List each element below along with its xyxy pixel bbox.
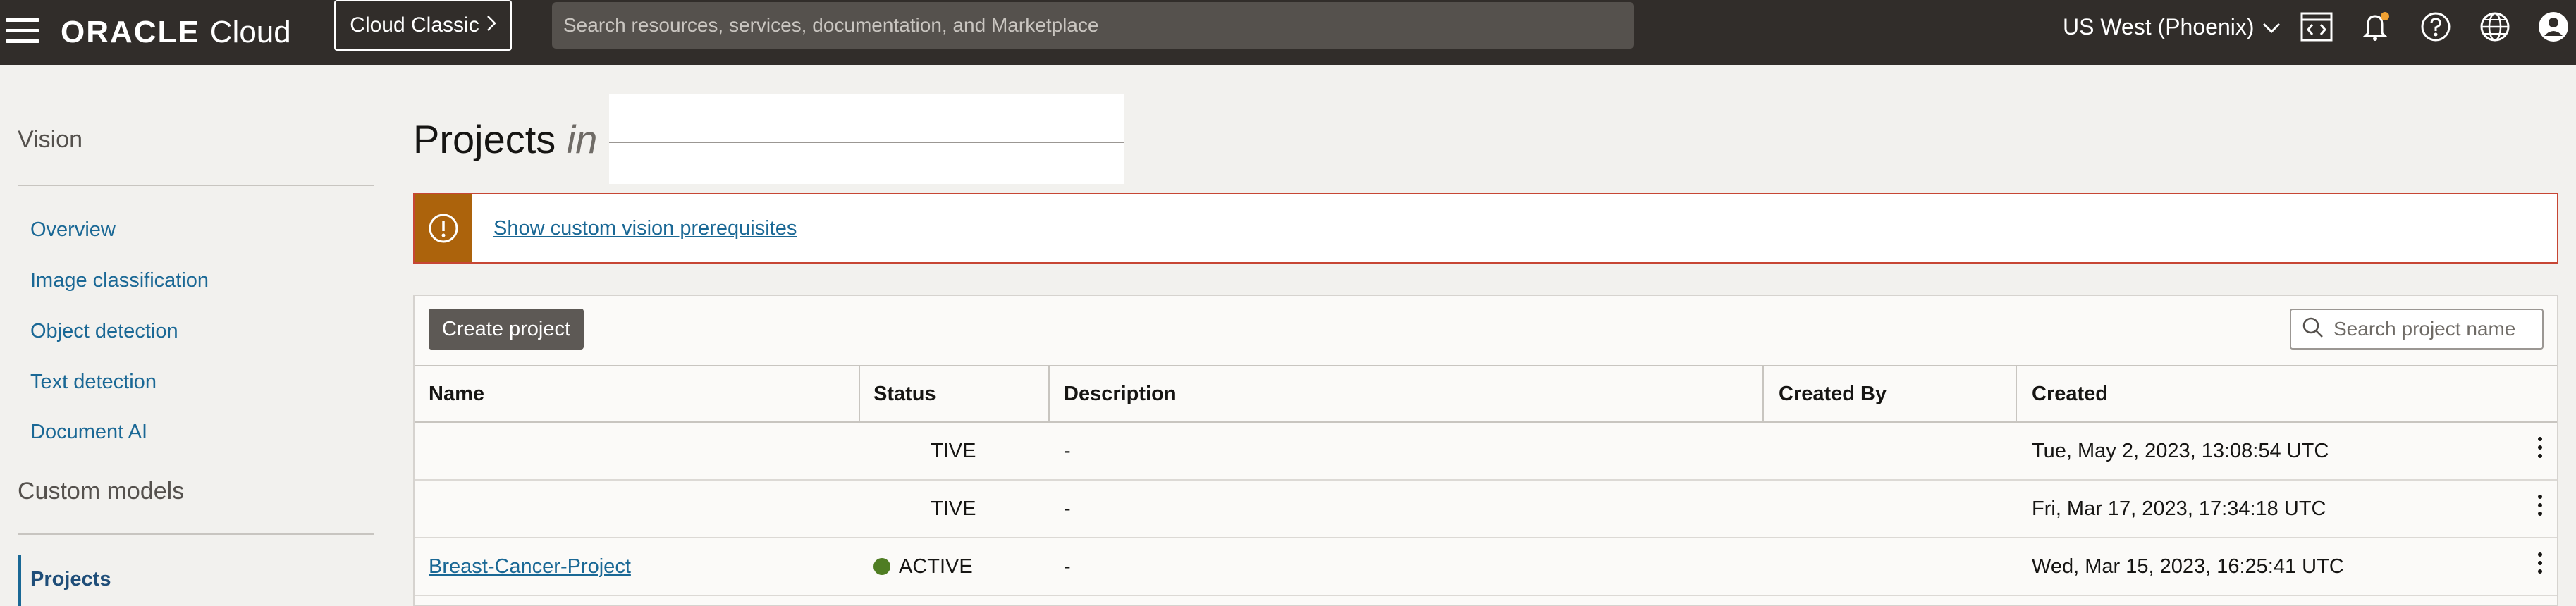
column-divider	[2016, 366, 2017, 421]
project-status: ACTIVE	[899, 555, 973, 578]
column-divider	[1762, 366, 1764, 421]
row-actions-icon[interactable]	[2533, 495, 2547, 523]
global-search-placeholder: Search resources, services, documentatio…	[563, 14, 1099, 36]
project-status: TIVE	[931, 497, 976, 520]
column-header-status[interactable]: Status	[873, 366, 936, 421]
warning-icon	[415, 194, 472, 262]
column-header-created-by[interactable]: Created By	[1779, 366, 1887, 421]
project-search-placeholder: Search project name	[2333, 318, 2516, 340]
table-header: Name Status Description Created By Creat…	[415, 365, 2557, 423]
logo-product: Cloud	[209, 15, 291, 49]
nav-title: Vision	[18, 126, 82, 153]
column-divider	[859, 366, 860, 421]
column-divider	[1048, 366, 1050, 421]
page-title: Projects in	[413, 116, 597, 162]
region-label: US West (Phoenix)	[2063, 13, 2255, 39]
project-name-cell[interactable]: Breast-Cancer-Project	[429, 538, 631, 595]
column-header-created[interactable]: Created	[2032, 366, 2108, 421]
nav-divider	[18, 533, 374, 535]
menu-icon[interactable]	[6, 18, 39, 47]
nav-item-overview[interactable]: Overview	[30, 218, 116, 242]
compartment-selector[interactable]	[609, 94, 1124, 184]
active-indicator	[18, 555, 21, 606]
search-icon	[2301, 316, 2324, 343]
nav-section-custom-models: Custom models	[18, 478, 185, 505]
chevron-down-icon	[2262, 14, 2281, 40]
project-search-input[interactable]: Search project name	[2290, 309, 2544, 350]
globe-icon[interactable]	[2478, 10, 2512, 44]
table-row: TIVE - Tue, May 2, 2023, 13:08:54 UTC	[415, 423, 2557, 481]
compartment-underline	[609, 142, 1124, 143]
top-bar: ORACLE Cloud Cloud Classic Search resour…	[0, 0, 2576, 65]
nav-item-projects[interactable]: Projects	[30, 568, 111, 591]
table-row: Breast-Cancer-Project ACTIVE - Wed, Mar …	[415, 538, 2557, 596]
global-search-input[interactable]: Search resources, services, documentatio…	[552, 2, 1634, 49]
project-created: Wed, Mar 15, 2023, 16:25:41 UTC	[2032, 555, 2344, 578]
create-project-button[interactable]: Create project	[429, 309, 584, 350]
project-status-cell: ACTIVE	[873, 538, 973, 595]
status-active-icon	[873, 558, 890, 575]
nav-item-object-detection[interactable]: Object detection	[30, 320, 178, 343]
oracle-cloud-logo[interactable]: ORACLE Cloud	[61, 10, 291, 55]
project-description: -	[1064, 497, 1071, 520]
cloud-classic-button[interactable]: Cloud Classic	[334, 0, 512, 51]
row-actions-icon[interactable]	[2533, 437, 2547, 465]
column-header-description[interactable]: Description	[1064, 366, 1177, 421]
project-status: TIVE	[931, 439, 976, 462]
project-description: -	[1064, 439, 1071, 462]
nav-item-image-classification[interactable]: Image classification	[30, 269, 209, 292]
project-created: Tue, May 2, 2023, 13:08:54 UTC	[2032, 439, 2329, 462]
project-name-link[interactable]: Breast-Cancer-Project	[429, 555, 631, 579]
column-header-name[interactable]: Name	[429, 366, 484, 421]
region-selector[interactable]: US West (Phoenix)	[2063, 13, 2281, 41]
help-icon[interactable]	[2419, 10, 2453, 44]
show-prerequisites-link[interactable]: Show custom vision prerequisites	[493, 217, 797, 240]
prerequisites-alert: Show custom vision prerequisites	[413, 193, 2558, 264]
table-row: TIVE - Fri, Mar 17, 2023, 17:34:18 UTC	[415, 481, 2557, 538]
bell-icon[interactable]	[2359, 10, 2393, 44]
logo-brand: ORACLE	[61, 15, 200, 49]
project-description: -	[1064, 555, 1071, 578]
row-actions-icon[interactable]	[2533, 552, 2547, 581]
page-title-text: Projects	[413, 117, 556, 161]
nav-item-text-detection[interactable]: Text detection	[30, 371, 157, 394]
nav-item-document-ai[interactable]: Document AI	[30, 421, 147, 444]
code-editor-icon[interactable]	[2300, 10, 2333, 44]
page-title-in: in	[566, 117, 598, 161]
user-avatar-icon[interactable]	[2537, 10, 2570, 44]
cloud-classic-label: Cloud Classic	[350, 13, 479, 37]
project-created: Fri, Mar 17, 2023, 17:34:18 UTC	[2032, 497, 2326, 520]
nav-divider	[18, 185, 374, 186]
chevron-right-icon	[486, 13, 496, 37]
